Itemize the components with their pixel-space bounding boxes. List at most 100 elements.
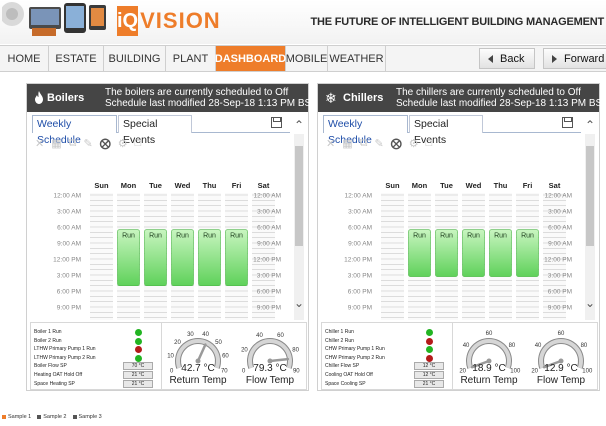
run-label: Run [203,233,216,240]
status-row-label: Boiler Flow SP [34,363,67,370]
chillers-status: The chillers are currently scheduled to … [396,87,606,109]
gauge-label: Flow Temp [246,375,295,386]
time-label-left: 12:00 AM [54,193,81,200]
status-row: Space Cooling SP 21 °C [325,379,450,389]
day-column[interactable] [90,193,113,320]
gauge-tick-label: 10 [167,353,174,359]
boilers-schedule-toolbar: ✕ ▦ ⧉ ✎ ⨂ ⚙ □ [35,136,141,150]
time-label-right: 9:00 PM [548,305,572,312]
cancel-icon[interactable]: ⨂ [391,137,402,150]
chillers-status-line2: Schedule last modified 28-Sep-18 1:13 PM… [396,98,606,109]
boilers-gauges: 0102030 4050607042.7 °CReturn Temp02040 60… [167,332,300,386]
gauge-tick-label: 80 [509,343,516,349]
nav-item-weather[interactable]: WEATHER [328,46,386,71]
chillers-tab-special-events[interactable]: Special Events [409,115,483,146]
status-row-label: Space Heating SP [34,380,75,387]
copy-icon[interactable]: ⧉ [360,137,368,150]
nav-item-dashboard[interactable]: DASHBOARD [215,46,286,71]
run-label: Run [176,233,189,240]
logo-iq-mark: iQ [117,6,139,36]
chillers-schedule-scrollbar[interactable] [585,134,595,320]
collapse-chevron-icon[interactable]: ⌃ [294,118,304,132]
status-row-label: Chiller 2 Run [325,337,354,344]
boilers-tab-weekly-schedule[interactable]: Weekly Schedule [32,115,117,146]
setpoint-value[interactable]: 21 °C [414,379,444,388]
back-button[interactable]: Back [479,48,535,69]
nav-item-building[interactable]: BUILDING [104,46,166,71]
gauge-tick-label: 60 [486,331,493,337]
nav-item-plant[interactable]: PLANT [166,46,216,71]
status-row-label: LTHW Primary Pump 1 Run [34,346,96,353]
gauge-tick-label: 60 [558,331,565,337]
grid-icon[interactable]: ▦ [342,137,352,150]
nav-item-home[interactable]: HOME [0,46,49,71]
edit-icon[interactable]: ✎ [83,137,92,150]
gauge-tick-label: 60 [222,353,229,359]
setpoint-value[interactable]: 21 °C [123,371,153,379]
legend-label: Sample 3 [78,414,102,420]
boilers-tab-special-events[interactable]: Special Events [118,115,192,146]
expand-chevron-icon[interactable]: ⌄ [585,296,595,310]
setpoint-value[interactable]: 12 °C [414,371,444,379]
save-icon[interactable] [271,117,282,128]
expand-chevron-icon[interactable]: ⌄ [294,296,304,310]
legend-swatch [2,415,6,419]
setpoint-value[interactable]: 12 °C [414,362,444,371]
time-label-right: 12:00 PM [544,257,572,264]
status-on-indicator-icon [426,329,433,336]
scrollbar-thumb[interactable] [295,146,303,246]
time-label-left: 9:00 PM [348,305,372,312]
chillers-weekly-schedule: Sun Mon Tue Wed Thu Fri Sat 12:00 AM 12:00 AM 3:0… [344,181,572,320]
nav-item-mobile[interactable]: MOBILE [286,46,328,71]
save-icon[interactable] [562,117,573,128]
legend-item-sample-3[interactable]: Sample 3 [72,414,102,420]
page-icon[interactable]: □ [426,137,433,149]
day-header: Sun [94,181,109,190]
iqvision-logo[interactable]: iQ VISION [117,5,220,37]
legend-swatch [72,415,77,419]
chillers-tab-weekly-schedule[interactable]: Weekly Schedule [323,115,408,146]
scrollbar-thumb[interactable] [586,146,594,246]
status-off-indicator-icon [135,346,142,354]
boilers-schedule-scrollbar[interactable] [294,134,304,320]
gauge-tick-label: 40 [535,343,542,349]
day-header: Wed [175,181,191,190]
gauge-tick-label: 0 [242,369,246,375]
boilers-panel: Boilers The boilers are currently schedu… [26,83,317,391]
gauge-value: 12.9 °C [544,363,577,374]
gauge-tick-label: 20 [459,369,466,375]
chillers-tab-bar: Weekly Schedule Special Events [323,115,581,146]
legend-label: Sample 1 [8,414,32,420]
grid-icon[interactable]: ▦ [51,137,61,150]
setpoint-value[interactable]: 21 °C [123,379,153,388]
day-column[interactable] [381,193,404,320]
page-icon[interactable]: □ [135,137,142,149]
status-row-label: CHW Primary Pump 1 Run [325,346,385,353]
day-header: Sat [258,181,270,190]
setpoint-value[interactable]: 70 °C [123,362,153,371]
edit-icon[interactable]: ✎ [374,137,383,150]
forward-button[interactable]: Forward [543,48,606,69]
gauge-tick-label: 40 [202,332,209,338]
legend-item-sample-1[interactable]: Sample 1 [2,414,31,420]
delete-icon[interactable]: ✕ [35,137,44,150]
settings-icon[interactable]: ⚙ [409,137,419,150]
copy-icon[interactable]: ⧉ [69,137,77,150]
run-label: Run [149,233,162,240]
delete-icon[interactable]: ✕ [326,137,335,150]
legend-item-sample-2[interactable]: Sample 2 [37,414,67,420]
legend-swatch [37,415,42,419]
boilers-status-line1: The boilers are currently scheduled to O… [105,87,289,98]
forward-button-label: Forward [564,52,605,65]
collapse-chevron-icon[interactable]: ⌃ [585,118,595,132]
time-label-left: 6:00 PM [57,289,81,296]
day-header: Fri [232,181,242,190]
nav-item-estate[interactable]: ESTATE [49,46,104,71]
header-tagline: THE FUTURE OF INTELLIGENT BUILDING MANAG… [310,16,605,28]
boilers-status-line2: Schedule last modified 28-Sep-18 1:13 PM… [105,98,318,109]
settings-icon[interactable]: ⚙ [118,137,128,150]
temperature-gauge: 20 40 60 80 100 12.9 °CFlow Temp [531,331,593,386]
cancel-icon[interactable]: ⨂ [100,137,111,150]
snowflake-icon: ❄ [325,90,337,106]
status-row-label: CHW Primary Pump 2 Run [325,354,385,361]
